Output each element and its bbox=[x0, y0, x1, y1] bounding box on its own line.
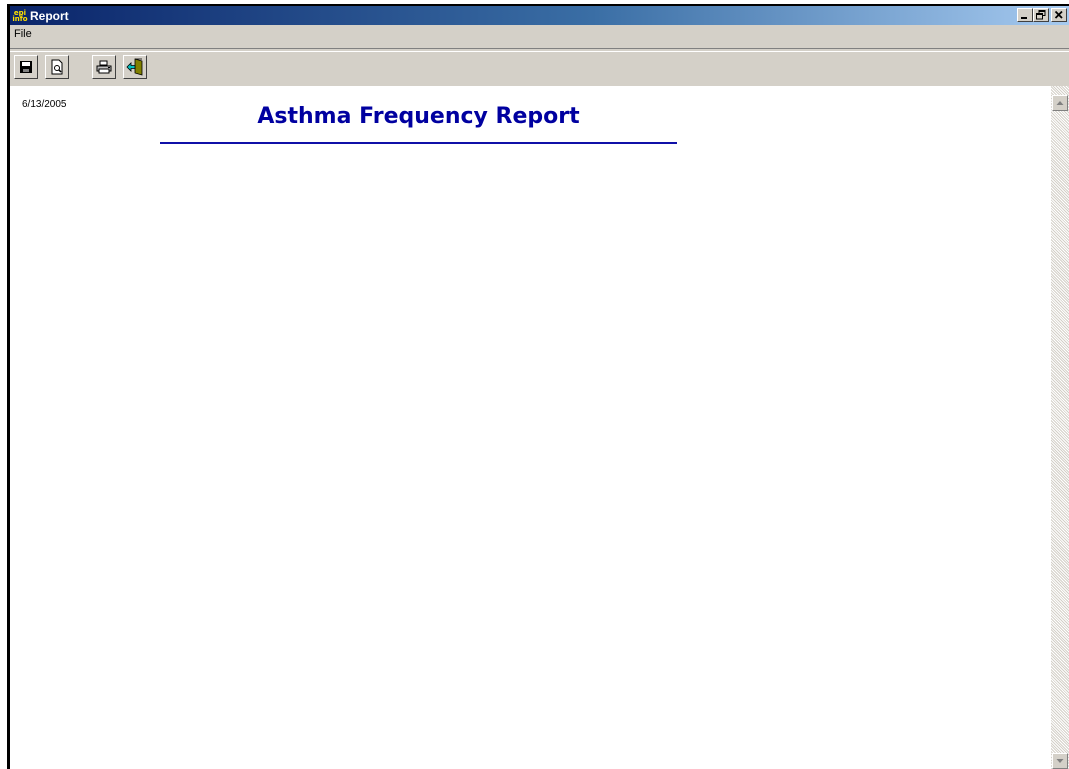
toolbar bbox=[10, 48, 1069, 86]
close-button[interactable] bbox=[1051, 8, 1067, 22]
scroll-down-button[interactable] bbox=[1052, 753, 1068, 769]
window-title: Report bbox=[30, 8, 69, 23]
vertical-scrollbar[interactable] bbox=[1051, 86, 1069, 769]
title-underline bbox=[160, 142, 677, 144]
menu-file[interactable]: File bbox=[14, 28, 32, 40]
restore-button[interactable] bbox=[1033, 8, 1049, 22]
report-date: 6/13/2005 bbox=[22, 99, 67, 110]
exit-button[interactable] bbox=[123, 55, 147, 79]
restore-icon bbox=[1036, 10, 1046, 20]
printer-icon bbox=[96, 60, 112, 74]
minimize-button[interactable] bbox=[1017, 8, 1033, 22]
report-title: Asthma Frequency Report bbox=[257, 104, 580, 129]
floppy-disk-icon bbox=[20, 61, 32, 73]
minimize-icon bbox=[1021, 17, 1027, 19]
menu-bar: File bbox=[10, 25, 1069, 45]
report-window: epi info Report File 6/13/2005 Asthma Fr… bbox=[7, 4, 1069, 769]
window-controls bbox=[1017, 8, 1067, 22]
close-icon bbox=[1054, 10, 1063, 19]
title-bar[interactable]: epi info Report bbox=[10, 6, 1069, 25]
scroll-down-icon bbox=[1056, 759, 1064, 763]
print-preview-icon bbox=[51, 59, 63, 75]
scroll-up-button[interactable] bbox=[1052, 95, 1068, 111]
exit-door-icon bbox=[126, 58, 143, 76]
toolbar-divider bbox=[10, 48, 1069, 52]
report-content-area: 6/13/2005 Asthma Frequency Report bbox=[10, 86, 1054, 769]
epi-info-app-icon: epi info bbox=[12, 8, 28, 23]
save-button[interactable] bbox=[14, 55, 38, 79]
print-preview-button[interactable] bbox=[45, 55, 69, 79]
scroll-up-icon bbox=[1056, 101, 1064, 105]
print-button[interactable] bbox=[92, 55, 116, 79]
